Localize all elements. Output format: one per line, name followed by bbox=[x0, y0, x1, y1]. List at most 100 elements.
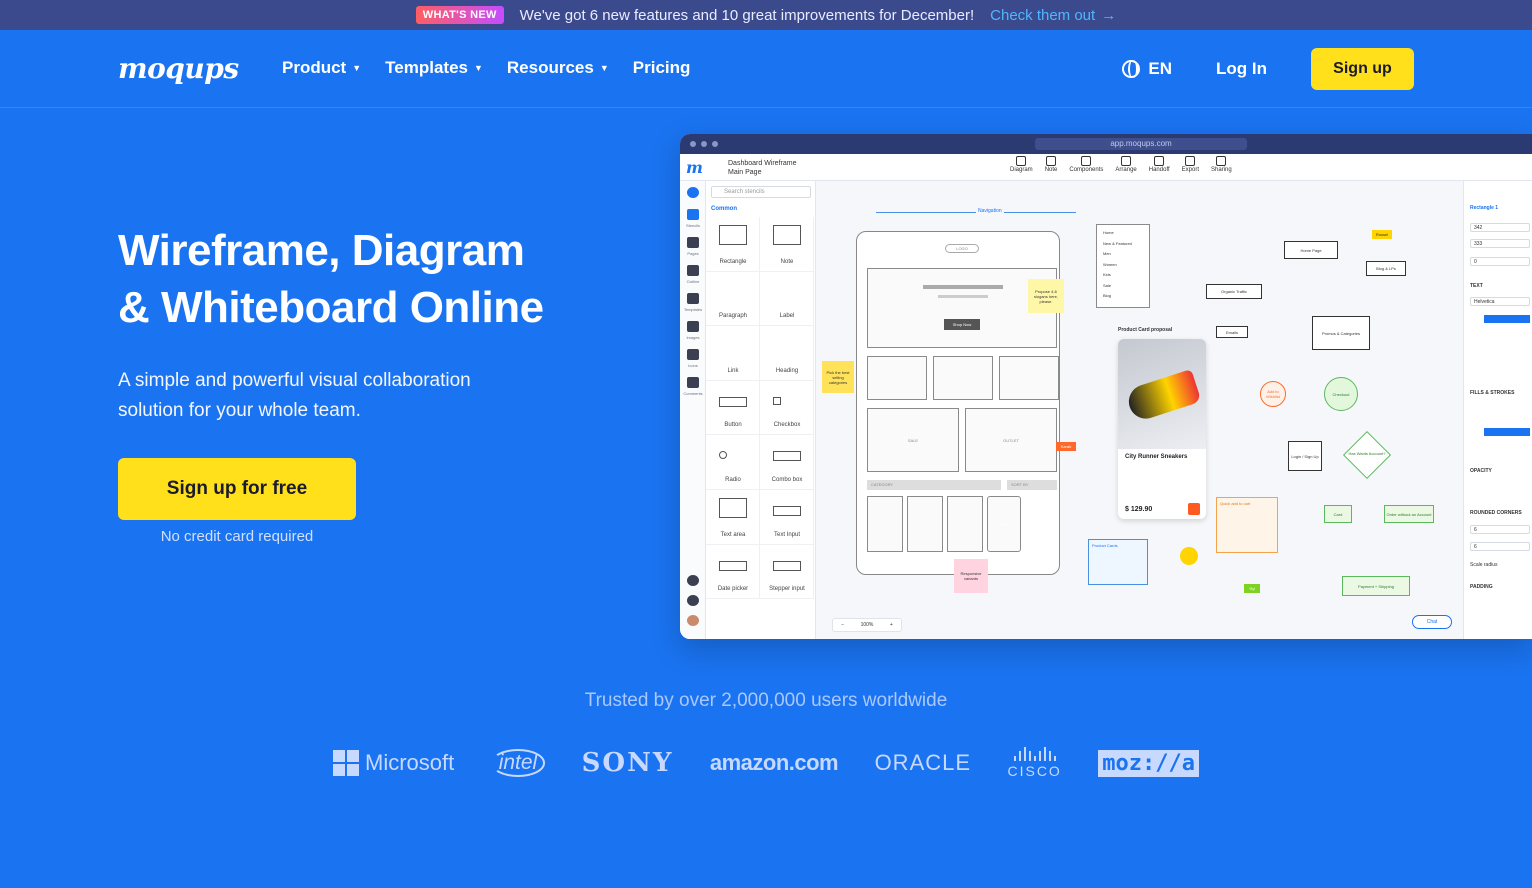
font-field: Helvetica bbox=[1470, 297, 1530, 306]
product-card-label: Product Card proposal bbox=[1118, 327, 1173, 333]
window-dot bbox=[701, 141, 707, 147]
rotation-field: 0 bbox=[1470, 257, 1530, 266]
hero-title-line-1: Wireframe, Diagram bbox=[118, 226, 525, 275]
nav-item-templates[interactable]: Templates ▼ bbox=[385, 58, 483, 78]
navigation-label: Navigation bbox=[976, 208, 1004, 214]
microsoft-logo: Microsoft bbox=[333, 750, 454, 776]
announcement-link[interactable]: Check them out → bbox=[990, 7, 1116, 24]
trusted-by-text: Trusted by over 2,000,000 users worldwid… bbox=[584, 690, 948, 711]
shape-name: Rectangle 1 bbox=[1470, 205, 1499, 211]
stencil-radio: Radio bbox=[706, 435, 760, 490]
flow-promos: Promos & Categories bbox=[1312, 316, 1370, 350]
cursor-sarah: Sarah bbox=[1056, 442, 1076, 451]
chat-button: Chat bbox=[1412, 615, 1452, 629]
login-link[interactable]: Log In bbox=[1216, 59, 1267, 79]
left-bar-label: Pages bbox=[687, 251, 699, 256]
app-header: m Dashboard Wireframe Main Page Diagram … bbox=[680, 154, 1532, 181]
fills-section-label: FILLS & STROKES bbox=[1470, 390, 1515, 396]
tool-sharing: Sharing bbox=[1211, 156, 1232, 173]
main-nav: moqups Product ▼ Templates ▼ Resources ▼ Pr… bbox=[0, 30, 1532, 108]
smiley-icon bbox=[1180, 547, 1198, 565]
document-title: Dashboard Wireframe Main Page bbox=[728, 160, 797, 176]
sneaker-image bbox=[1124, 369, 1202, 423]
flow-organic-traffic: Organic Traffic bbox=[1206, 284, 1262, 299]
oracle-logo: ORACLE bbox=[874, 750, 972, 775]
globe-icon bbox=[1122, 60, 1141, 78]
stencil-note: Note bbox=[760, 217, 814, 272]
nav-menu: Product ▼ Templates ▼ Resources ▼ Pricing bbox=[282, 58, 690, 78]
stencils-icon bbox=[687, 209, 699, 220]
note-icon bbox=[1046, 156, 1057, 166]
windows-icon bbox=[333, 750, 359, 776]
window-dot bbox=[712, 141, 718, 147]
properties-panel: Rectangle 1 342 333 0 TEXT Helvetica FIL… bbox=[1463, 181, 1532, 639]
left-bar-label: Images bbox=[686, 335, 700, 340]
cisco-bars-icon bbox=[1013, 747, 1056, 761]
wire-product bbox=[867, 496, 903, 552]
export-icon bbox=[1185, 156, 1196, 166]
tool-arrange: Arrange bbox=[1115, 156, 1137, 173]
product-price: $ 129.90 bbox=[1125, 506, 1153, 513]
moqups-logo[interactable]: moqups bbox=[118, 52, 239, 85]
left-bar-label: Templates bbox=[683, 307, 703, 312]
language-selector[interactable]: EN bbox=[1122, 59, 1172, 79]
stencil-combo-box: Combo box bbox=[760, 435, 814, 490]
stencil-stepper-input: Stepper input bbox=[760, 544, 814, 600]
comments-icon bbox=[687, 377, 699, 388]
sharing-icon bbox=[1216, 156, 1227, 166]
cursor-yiyi: Yiyi bbox=[1244, 584, 1260, 593]
templates-icon bbox=[687, 293, 699, 304]
window-dot bbox=[690, 141, 696, 147]
app-canvas: Navigation LOGO Shop Now SALE OUTLET CAT… bbox=[816, 181, 1463, 639]
nav-item-pricing[interactable]: Pricing bbox=[633, 58, 691, 78]
stencil-button: Button bbox=[706, 380, 760, 436]
outline-icon bbox=[687, 265, 699, 276]
wire-card: Card bbox=[987, 496, 1021, 552]
nav-item-product[interactable]: Product ▼ bbox=[282, 58, 361, 78]
y-field: 333 bbox=[1470, 239, 1530, 248]
signup-button[interactable]: Sign up bbox=[1311, 48, 1414, 90]
components-icon bbox=[1081, 156, 1092, 166]
fill-color-swatch bbox=[1484, 428, 1530, 436]
language-label: EN bbox=[1148, 59, 1173, 78]
wire-product bbox=[907, 496, 943, 552]
stencil-heading: Heading bbox=[760, 326, 814, 381]
mozilla-logo: moz://a bbox=[1098, 749, 1199, 777]
wire-image bbox=[867, 356, 927, 400]
whats-new-badge[interactable]: WHAT'S NEW bbox=[415, 6, 504, 24]
wire-sort-by: SORT BY bbox=[1007, 480, 1057, 490]
hero-title-line-2: & Whiteboard Online bbox=[118, 283, 544, 332]
menu-dropdown: Home New & Featured Men Women Kids Sale … bbox=[1096, 224, 1150, 308]
corners-section-label: ROUNDED CORNERS bbox=[1470, 510, 1522, 516]
stencil-text-input: Text Input bbox=[760, 489, 814, 545]
cisco-logo: CISCO bbox=[1007, 747, 1061, 779]
zoom-control: − 100% + bbox=[832, 618, 902, 632]
wire-image bbox=[999, 356, 1059, 400]
flow-decision: Has Wants Account? bbox=[1348, 451, 1386, 456]
pages-icon bbox=[687, 237, 699, 248]
sticky-note-slogans: Propose 4-6 slogans here, please. bbox=[1028, 279, 1064, 313]
opacity-section-label: OPACITY bbox=[1470, 468, 1492, 474]
tool-components: Components bbox=[1069, 156, 1103, 173]
nav-item-resources[interactable]: Resources ▼ bbox=[507, 58, 609, 78]
padding-section-label: PADDING bbox=[1470, 584, 1493, 590]
tool-diagram: Diagram bbox=[1010, 156, 1033, 173]
stencil-grid: Rectangle Note Paragraph Label Link Head… bbox=[706, 217, 816, 600]
code-icon bbox=[1154, 156, 1165, 166]
add-icon bbox=[687, 187, 699, 198]
app-toolbar: Diagram Note Components Arrange Handoff … bbox=[1010, 156, 1232, 173]
chevron-down-icon: ▼ bbox=[473, 63, 483, 73]
flow-blog: Blog & LPs bbox=[1366, 261, 1406, 276]
stencil-rectangle: Rectangle bbox=[706, 217, 760, 272]
url-bar: app.moqups.com bbox=[1035, 138, 1247, 150]
product-card: City Runner Sneakers $ 129.90 bbox=[1118, 339, 1206, 519]
zoom-level: 100% bbox=[860, 622, 874, 628]
help-icon bbox=[687, 595, 699, 606]
signup-free-button[interactable]: Sign up for free bbox=[118, 458, 356, 520]
intel-logo: intel bbox=[490, 749, 546, 777]
flow-order-no-account: Order without an Account bbox=[1384, 505, 1434, 523]
browser-chrome: app.moqups.com bbox=[680, 134, 1532, 154]
corner-field: 6 bbox=[1470, 542, 1530, 551]
tool-export: Export bbox=[1182, 156, 1199, 173]
text-color-swatch bbox=[1484, 315, 1530, 323]
